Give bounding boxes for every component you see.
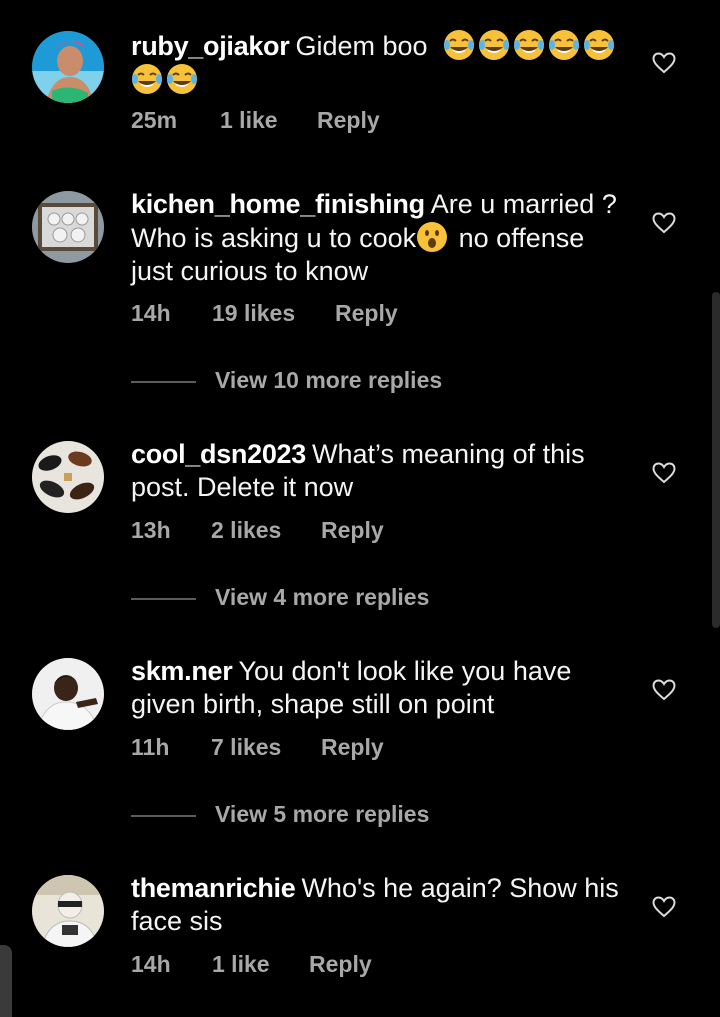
heart-outline-icon[interactable] xyxy=(652,896,676,918)
username[interactable]: ruby_ojiakor xyxy=(131,31,290,61)
username[interactable]: cool_dsn2023 xyxy=(131,439,306,469)
username[interactable]: themanrichie xyxy=(131,873,296,903)
face-with-tears-of-joy-icon xyxy=(548,29,580,61)
view-replies-button[interactable]: View 10 more replies xyxy=(131,367,531,397)
comment-time: 13h xyxy=(131,517,171,543)
comment-time: 14h xyxy=(131,951,171,977)
avatar[interactable] xyxy=(32,658,104,730)
face-with-tears-of-joy-icon xyxy=(513,29,545,61)
avatar[interactable] xyxy=(32,441,104,513)
face-with-tears-of-joy-icon xyxy=(583,29,615,61)
comment-body: cool_dsn2023 What’s meaning of this post.… xyxy=(131,438,631,504)
face-with-tears-of-joy-icon xyxy=(478,29,510,61)
comment-body: ruby_ojiakor Gidem boo xyxy=(131,29,631,97)
heart-outline-icon[interactable] xyxy=(652,212,676,234)
view-replies-label[interactable]: View 4 more replies xyxy=(215,584,429,611)
like-count[interactable]: 7 likes xyxy=(211,734,281,761)
reply-button[interactable]: Reply xyxy=(335,300,398,327)
comment-time: 25m xyxy=(131,107,178,133)
heart-outline-icon[interactable] xyxy=(652,679,676,701)
like-count[interactable]: 2 likes xyxy=(211,517,281,544)
face-with-tears-of-joy-icon xyxy=(131,63,163,95)
scrollbar[interactable] xyxy=(712,292,720,628)
comments-screen: { "comments": [ { "username": "ruby_ojia… xyxy=(0,0,720,1017)
avatar[interactable] xyxy=(32,31,104,103)
comment-time: 11h xyxy=(131,734,170,760)
reply-button[interactable]: Reply xyxy=(309,951,372,978)
comment-body: kichen_home_finishing Are u married ? Who… xyxy=(131,188,631,288)
face-with-tears-of-joy-icon xyxy=(166,63,198,95)
avatar[interactable] xyxy=(32,875,104,947)
comment-body: themanrichie Who's he again? Show his fac… xyxy=(131,872,631,938)
replies-divider xyxy=(131,598,196,600)
heart-outline-icon[interactable] xyxy=(652,462,676,484)
like-count[interactable]: 19 likes xyxy=(212,300,295,327)
like-count[interactable]: 1 like xyxy=(212,951,270,978)
comment-time: 14h xyxy=(131,300,171,326)
reply-button[interactable]: Reply xyxy=(321,517,384,544)
face-with-tears-of-joy-icon xyxy=(443,29,475,61)
reply-button[interactable]: Reply xyxy=(321,734,384,761)
like-count[interactable]: 1 like xyxy=(220,107,278,134)
comment-text: Gidem boo xyxy=(295,31,428,61)
replies-divider xyxy=(131,381,196,383)
avatar[interactable] xyxy=(32,191,104,263)
view-replies-button[interactable]: View 5 more replies xyxy=(131,801,531,831)
heart-outline-icon[interactable] xyxy=(652,52,676,74)
reply-button[interactable]: Reply xyxy=(317,107,380,134)
replies-divider xyxy=(131,815,196,817)
view-replies-label[interactable]: View 10 more replies xyxy=(215,367,442,394)
username[interactable]: skm.ner xyxy=(131,656,233,686)
view-replies-button[interactable]: View 4 more replies xyxy=(131,584,531,614)
comment-body: skm.ner You don't look like you have give… xyxy=(131,655,631,721)
username[interactable]: kichen_home_finishing xyxy=(131,189,425,219)
edge-panel-handle[interactable] xyxy=(0,945,12,1017)
face-with-open-mouth-icon xyxy=(416,221,448,253)
view-replies-label[interactable]: View 5 more replies xyxy=(215,801,429,828)
